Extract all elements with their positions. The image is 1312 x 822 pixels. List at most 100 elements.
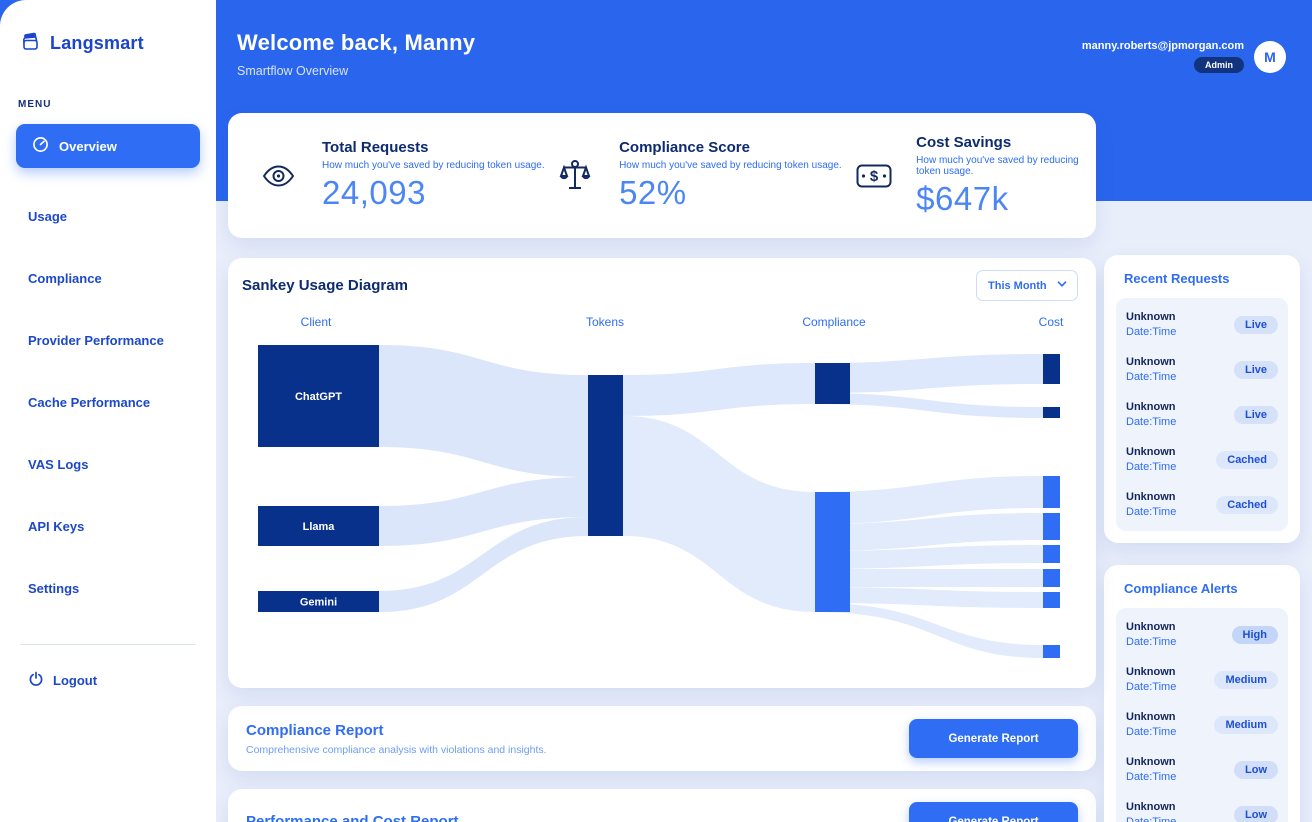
report-subtitle: Comprehensive compliance analysis with v… (246, 743, 547, 756)
sankey-node-compliance-top (815, 363, 850, 404)
sankey-node-tokens (588, 375, 623, 536)
stat-compliance-score: Compliance Score How much you've saved b… (559, 139, 856, 212)
sidebar-item[interactable]: Cache Performance (0, 396, 216, 410)
list-item[interactable]: Unknown Date:Time Medium (1126, 657, 1278, 702)
list-item-text: Unknown Date:Time (1126, 311, 1176, 338)
compliance-alerts-panel: Compliance Alerts Unknown Date:Time High (1104, 565, 1300, 822)
list-item-text: Unknown Date:Time (1126, 356, 1176, 383)
compliance-report-card: Compliance Report Comprehensive complian… (228, 706, 1096, 771)
stat-title: Cost Savings (916, 133, 1012, 151)
sankey-node-compliance-main (815, 492, 850, 612)
stat-text: Cost Savings How much you've saved by re… (916, 134, 1096, 218)
sankey-flow-tokens-compliance-top (623, 363, 815, 416)
sankey-node-cost-5 (1043, 545, 1060, 563)
power-icon (28, 671, 44, 690)
period-dropdown[interactable]: This Month (976, 270, 1078, 301)
user-block: manny.roberts@jpmorgan.com Admin M (1082, 40, 1286, 73)
request-time: Date:Time (1126, 326, 1177, 338)
sidebar-item-label: Overview (59, 138, 117, 154)
main-area: Welcome back, Manny Smartflow Overview m… (216, 0, 1312, 822)
stats-card: Total Requests How much you've saved by … (228, 113, 1096, 238)
list-item[interactable]: Unknown Date:Time Medium (1126, 702, 1278, 747)
alert-name: Unknown (1126, 801, 1176, 813)
sankey-node-cost-6 (1043, 569, 1060, 587)
stat-value: $647k (916, 179, 1009, 217)
alert-time: Date:Time (1126, 726, 1177, 738)
compliance-alerts-list: Unknown Date:Time High Unknown Date:Time… (1116, 608, 1288, 822)
stat-subtitle: How much you've saved by reducing token … (916, 154, 1079, 177)
page-header: Welcome back, Manny Smartflow Overview (237, 30, 475, 78)
list-item-text: Unknown Date:Time (1126, 711, 1176, 738)
list-item[interactable]: Unknown Date:Time Cached (1126, 437, 1278, 482)
right-column: Recent Requests Unknown Date:Time Live U… (1104, 255, 1300, 822)
list-item[interactable]: Unknown Date:Time Live (1126, 347, 1278, 392)
content: Total Requests How much you've saved by … (228, 113, 1300, 822)
sidebar-item-overview[interactable]: Overview (16, 124, 200, 168)
alert-time: Date:Time (1126, 636, 1177, 648)
sankey-card: Sankey Usage Diagram This Month Client T… (228, 258, 1096, 688)
logout-button[interactable]: Logout (0, 645, 216, 690)
stat-text: Total Requests How much you've saved by … (322, 139, 545, 212)
sidebar-item[interactable]: Provider Performance (0, 334, 216, 348)
stat-value: 52% (619, 174, 687, 211)
logout-label: Logout (53, 673, 98, 688)
list-item[interactable]: Unknown Date:Time Low (1126, 747, 1278, 792)
list-item[interactable]: Unknown Date:Time High (1126, 612, 1278, 657)
list-item-text: Unknown Date:Time (1126, 756, 1176, 783)
sankey-node-cost-8 (1043, 645, 1060, 658)
generate-report-button[interactable]: Generate Report (909, 719, 1078, 758)
sankey-column-tokens: Tokens (585, 315, 625, 329)
alert-name: Unknown (1126, 666, 1176, 678)
status-badge: Live (1233, 360, 1278, 379)
sidebar-item[interactable]: VAS Logs (0, 458, 216, 472)
panel-title: Compliance Alerts (1124, 581, 1238, 596)
gauge-icon (32, 136, 49, 156)
sankey-node-cost-2 (1043, 407, 1060, 418)
sankey-node-cost-7 (1043, 592, 1060, 608)
request-name: Unknown (1126, 401, 1176, 413)
list-item-text: Unknown Date:Time (1126, 621, 1176, 648)
sidebar-item[interactable]: Usage (0, 210, 216, 224)
list-item[interactable]: Unknown Date:Time Live (1126, 392, 1278, 437)
user-email: manny.roberts@jpmorgan.com (1081, 40, 1244, 52)
request-name: Unknown (1126, 356, 1176, 368)
sidebar-item-label: API Keys (28, 519, 85, 534)
severity-badge: Medium (1214, 715, 1278, 734)
list-item-text: Unknown Date:Time (1126, 446, 1176, 473)
sidebar: Langsmart MENU Overview Usage Compliance… (0, 0, 216, 822)
list-item-text: Unknown Date:Time (1126, 801, 1176, 822)
stat-total-requests: Total Requests How much you've saved by … (262, 139, 559, 212)
list-item[interactable]: Unknown Date:Time Live (1126, 302, 1278, 347)
sankey-flow-tokens-compliance-main (623, 416, 815, 612)
sidebar-item-label: Usage (28, 209, 68, 224)
request-time: Date:Time (1126, 371, 1177, 383)
stat-subtitle: How much you've saved by reducing token … (619, 160, 842, 171)
menu-section-label: MENU (18, 99, 52, 110)
request-time: Date:Time (1126, 461, 1177, 473)
sidebar-item[interactable]: Settings (0, 582, 216, 596)
generate-report-button[interactable]: Generate Report (909, 802, 1078, 822)
app-name: Langsmart (50, 33, 144, 53)
severity-badge: High (1231, 625, 1278, 644)
report-title: Compliance Report (246, 721, 384, 739)
list-item[interactable]: Unknown Date:Time Low (1126, 792, 1278, 822)
sidebar-item[interactable]: API Keys (0, 520, 216, 534)
avatar[interactable]: M (1254, 40, 1286, 73)
status-badge: Live (1233, 405, 1278, 424)
user-meta: manny.roberts@jpmorgan.com Admin (1082, 40, 1244, 73)
status-badge: Cached (1216, 495, 1278, 514)
request-time: Date:Time (1126, 506, 1177, 518)
sankey-column-compliance: Compliance (802, 315, 866, 329)
sankey-title: Sankey Usage Diagram (242, 277, 408, 294)
sidebar-item-label: Cache Performance (28, 395, 151, 410)
banknote-icon: $ (856, 164, 916, 188)
sidebar-item-label: Settings (28, 581, 80, 596)
layers-icon (20, 30, 42, 57)
request-name: Unknown (1126, 446, 1176, 458)
page-subtitle: Smartflow Overview (237, 64, 349, 78)
svg-text:$: $ (870, 168, 879, 185)
panel-title: Recent Requests (1124, 271, 1230, 286)
list-item[interactable]: Unknown Date:Time Cached (1126, 482, 1278, 527)
status-badge: Live (1233, 315, 1278, 334)
sidebar-item[interactable]: Compliance (0, 272, 216, 286)
